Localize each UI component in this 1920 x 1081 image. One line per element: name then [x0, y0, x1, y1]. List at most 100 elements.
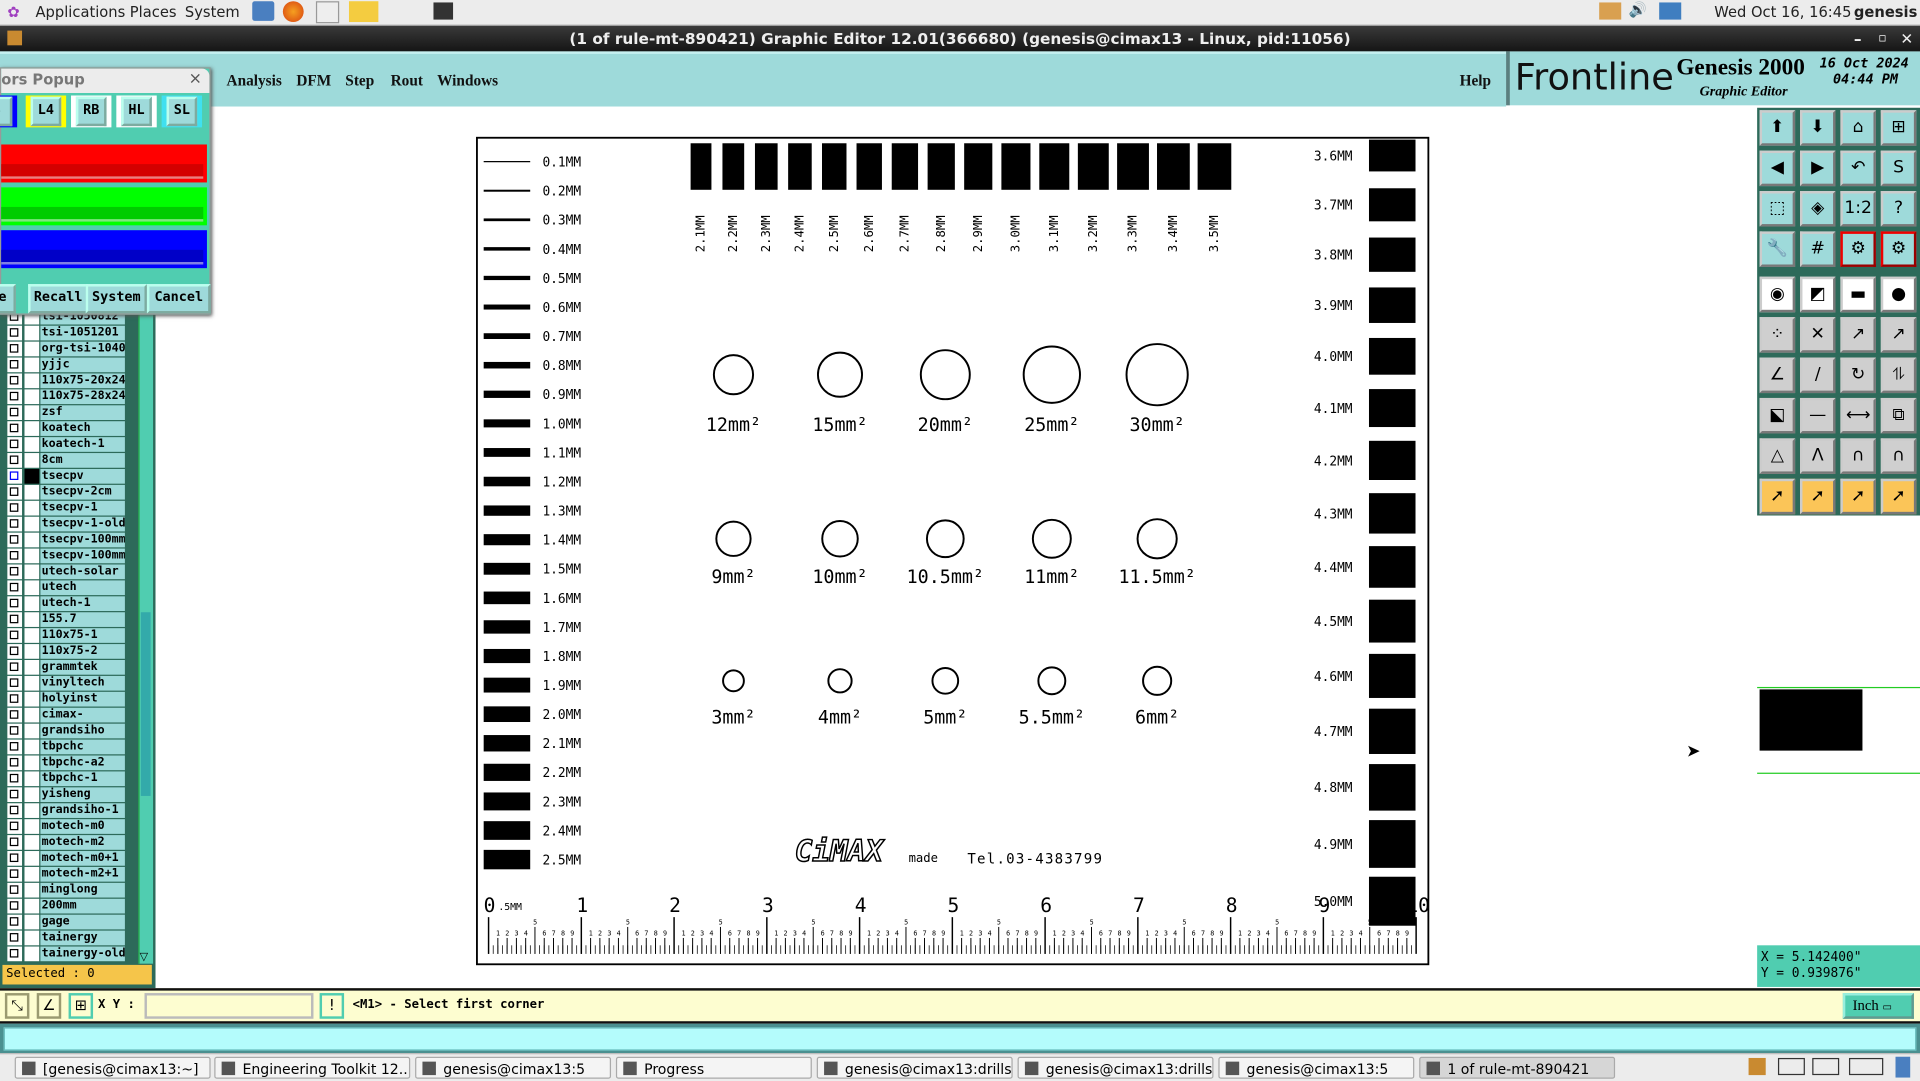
break-icon[interactable]: —	[1800, 397, 1836, 434]
layer-checkbox[interactable]	[7, 437, 23, 452]
layer-color-swatch[interactable]	[24, 930, 40, 946]
layer-name[interactable]: utech-1	[40, 596, 125, 612]
color-slider[interactable]	[1, 187, 207, 226]
snapshot-icon[interactable]: ◉	[1759, 276, 1796, 313]
layer-checkbox[interactable]	[7, 866, 23, 882]
layer-checkbox[interactable]	[7, 484, 23, 500]
layer-name[interactable]: holyinst	[40, 691, 125, 707]
layer-checkbox[interactable]	[7, 691, 23, 707]
color-slider[interactable]	[1, 144, 207, 183]
layer-color-swatch[interactable]	[24, 580, 40, 596]
layer-color-swatch[interactable]	[24, 468, 40, 484]
layer-name[interactable]: grandsiho-1	[40, 803, 125, 818]
layer-row[interactable]: tsecpv	[7, 468, 125, 484]
layer-checkbox[interactable]	[7, 373, 23, 389]
layer-name[interactable]: tainergy	[40, 930, 125, 946]
layer-row[interactable]: 155.7	[7, 612, 125, 627]
xy-input[interactable]	[144, 993, 314, 1019]
line-icon[interactable]: /	[1800, 357, 1836, 394]
layer-name[interactable]: 200mm	[40, 898, 125, 914]
layer-name[interactable]: 155.7	[40, 612, 125, 627]
layer-checkbox[interactable]	[7, 675, 23, 691]
layer-name[interactable]: tsi-1051201	[40, 325, 125, 341]
layer-color-swatch[interactable]	[24, 325, 40, 341]
grid-xy-icon[interactable]: ⊞	[1880, 110, 1917, 146]
layer-row[interactable]: tainergy-old	[7, 946, 125, 962]
layer-row[interactable]: tbpchc-a2	[7, 755, 125, 771]
layer-checkbox[interactable]	[7, 898, 23, 914]
layer-row[interactable]: tsi-1051201	[7, 325, 125, 341]
layer-checkbox[interactable]	[7, 389, 23, 405]
select-icon[interactable]: ➚	[1759, 478, 1796, 515]
layer-row[interactable]: 200mm	[7, 898, 125, 914]
layer-name[interactable]: 110x75-1	[40, 628, 125, 643]
layer-color-swatch[interactable]	[24, 835, 40, 850]
layer-checkbox[interactable]	[7, 357, 23, 373]
drc-2-icon[interactable]: ⚙	[1880, 231, 1917, 267]
layer-name[interactable]: grandsiho	[40, 723, 125, 739]
layer-row[interactable]: 110x75-28x24	[7, 389, 125, 405]
layer-checkbox[interactable]	[7, 723, 23, 739]
layer-row[interactable]: 8cm	[7, 453, 125, 468]
layer-row[interactable]: gage	[7, 914, 125, 930]
layer-name[interactable]: tsecpv-100mm	[40, 548, 125, 564]
select-box-icon[interactable]: ➚	[1800, 478, 1836, 515]
layer-name[interactable]: motech-m0	[40, 819, 125, 834]
save-icon[interactable]: ⬇	[1800, 110, 1836, 146]
delete-icon[interactable]: ✕	[1800, 317, 1836, 353]
layer-color-swatch[interactable]	[24, 405, 40, 421]
resize-icon[interactable]: ⬕	[1759, 397, 1796, 434]
layer-color-swatch[interactable]	[24, 946, 40, 962]
layer-checkbox[interactable]	[7, 835, 23, 850]
layer-color-swatch[interactable]	[24, 548, 40, 564]
taskbar-item[interactable]: [genesis@cimax13:~]	[14, 1056, 211, 1079]
layer-checkbox[interactable]	[7, 771, 23, 787]
layer-name[interactable]: zsf	[40, 405, 125, 421]
layer-checkbox[interactable]	[7, 612, 23, 627]
layer-color-swatch[interactable]	[24, 644, 40, 659]
layer-name[interactable]: tbpchc-1	[40, 771, 125, 787]
connect-icon[interactable]: ⁘	[1759, 317, 1796, 353]
layer-row[interactable]: tsecpv-1-old	[7, 516, 125, 532]
layer-color-swatch[interactable]	[24, 564, 40, 580]
layer-button[interactable]: SL	[166, 96, 198, 127]
layer-checkbox[interactable]	[7, 516, 23, 532]
trash-icon[interactable]	[1895, 1056, 1911, 1078]
layer-name[interactable]: tsecpv-1	[40, 500, 125, 516]
layer-color-swatch[interactable]	[24, 453, 40, 468]
taskbar-item[interactable]: genesis@cimax13:5	[415, 1056, 612, 1079]
zoom-center-icon[interactable]: ◈	[1800, 191, 1836, 227]
layer-row[interactable]: holyinst	[7, 691, 125, 707]
layer-name[interactable]: tsecpv-100mm	[40, 532, 125, 548]
pad-icon[interactable]: ●	[1880, 276, 1917, 313]
rotate-icon[interactable]: ↻	[1840, 357, 1876, 394]
layer-button[interactable]: L4	[30, 96, 62, 127]
measure-icon[interactable]: ⟷	[1840, 397, 1876, 434]
layer-checkbox[interactable]	[7, 803, 23, 818]
taskbar-item[interactable]: Engineering Toolkit 12....	[214, 1056, 411, 1079]
arc-icon[interactable]: Λ	[1800, 438, 1836, 474]
layer-checkbox[interactable]	[7, 405, 23, 421]
select-net-icon[interactable]: ➚	[1880, 478, 1917, 515]
layer-name[interactable]: motech-m2	[40, 835, 125, 850]
layer-name[interactable]: motech-m0+1	[40, 851, 125, 866]
layer-checkbox[interactable]	[7, 453, 23, 468]
layer-color-swatch[interactable]	[24, 532, 40, 548]
zoom-window-icon[interactable]: ◩	[1800, 276, 1836, 313]
popup-close-icon[interactable]: ×	[189, 70, 202, 88]
layer-color-swatch[interactable]	[24, 898, 40, 914]
layer-checkbox[interactable]	[7, 660, 23, 675]
layer-checkbox[interactable]	[7, 628, 23, 643]
layer-row[interactable]: grandsiho-1	[7, 803, 125, 818]
layer-row[interactable]: tsecpv-100mm	[7, 548, 125, 564]
popup-action-button[interactable]: Cancel	[146, 284, 211, 314]
layer-name[interactable]: gage	[40, 914, 125, 930]
tools-icon[interactable]: 🔧	[1759, 231, 1796, 267]
layer-checkbox[interactable]	[7, 914, 23, 930]
popup-action-button[interactable]: System	[85, 284, 147, 314]
layer-checkbox[interactable]	[7, 644, 23, 659]
angle-icon[interactable]: ∠	[1759, 357, 1796, 394]
layer-button[interactable]: HL	[121, 96, 152, 127]
layer-name[interactable]: utech-solar	[40, 564, 125, 580]
layer-row[interactable]: koatech	[7, 421, 125, 436]
